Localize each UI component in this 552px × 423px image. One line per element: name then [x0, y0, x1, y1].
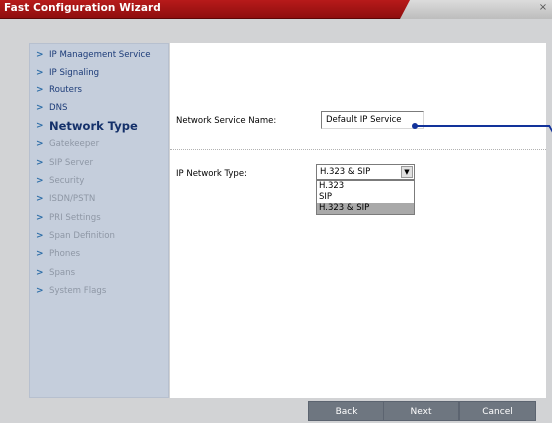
chevron-right-icon: > — [36, 85, 44, 95]
sidebar-item-ip-signaling[interactable]: > IP Signaling — [36, 65, 99, 81]
sidebar-item-gatekeeper: > Gatekeeper — [36, 136, 99, 152]
sidebar-item-label: Gatekeeper — [49, 139, 100, 149]
sidebar-item-phones: > Phones — [36, 246, 80, 262]
section-divider — [170, 149, 546, 150]
chevron-right-icon: > — [36, 139, 44, 149]
network-service-name-label: Network Service Name: — [176, 116, 277, 126]
ip-network-type-dropdown-list: H.323 SIP H.323 & SIP — [316, 180, 415, 215]
chevron-right-icon: > — [36, 68, 44, 78]
sidebar-item-ip-management-service[interactable]: > IP Management Service — [36, 47, 151, 63]
sidebar-item-label: PRI Settings — [49, 213, 101, 223]
sidebar-item-network-type[interactable]: > Network Type — [36, 118, 138, 134]
sidebar-item-dns[interactable]: > DNS — [36, 100, 68, 116]
ip-network-type-value: H.323 & SIP — [320, 167, 371, 177]
title-bar-tab — [400, 0, 552, 19]
chevron-right-icon: > — [36, 286, 44, 296]
sidebar-item-isdn-pstn: > ISDN/PSTN — [36, 191, 95, 207]
sidebar-item-label: System Flags — [49, 286, 107, 296]
chevron-right-icon: > — [36, 249, 44, 259]
back-button[interactable]: Back — [308, 401, 385, 421]
sidebar-item-label: DNS — [49, 103, 68, 113]
ip-network-type-select[interactable]: H.323 & SIP ▼ — [316, 164, 415, 180]
network-service-name-field[interactable]: Default IP Service — [321, 111, 424, 129]
sidebar-item-spans: > Spans — [36, 265, 75, 281]
chevron-right-icon: > — [36, 121, 44, 131]
sidebar-item-pri-settings: > PRI Settings — [36, 210, 101, 226]
chevron-down-icon[interactable]: ▼ — [401, 166, 413, 178]
sidebar-item-routers[interactable]: > Routers — [36, 82, 82, 98]
dropdown-option-sip[interactable]: SIP — [317, 192, 414, 203]
sidebar-item-label: Network Type — [49, 119, 138, 133]
sidebar-item-span-definition: > Span Definition — [36, 228, 115, 244]
chevron-right-icon: > — [36, 213, 44, 223]
title-bar: Fast Configuration Wizard × — [0, 0, 552, 19]
chevron-right-icon: > — [36, 194, 44, 204]
chevron-right-icon: > — [36, 268, 44, 278]
sidebar-item-label: Routers — [49, 85, 82, 95]
chevron-right-icon: > — [36, 231, 44, 241]
sidebar-item-system-flags: > System Flags — [36, 283, 106, 299]
sidebar-item-label: IP Signaling — [49, 68, 100, 78]
chevron-right-icon: > — [36, 158, 44, 168]
next-button[interactable]: Next — [383, 401, 459, 421]
sidebar-item-security: > Security — [36, 173, 84, 189]
sidebar-item-label: Span Definition — [49, 231, 115, 241]
wizard-steps-sidebar: > IP Management Service > IP Signaling >… — [29, 43, 169, 398]
dropdown-option-h323[interactable]: H.323 — [317, 181, 414, 192]
wizard-content-panel: Network Service Name: Default IP Service… — [170, 43, 546, 398]
chevron-right-icon: > — [36, 176, 44, 186]
sidebar-item-label: Phones — [49, 249, 81, 259]
sidebar-item-label: Security — [49, 176, 85, 186]
sidebar-item-label: SIP Server — [49, 158, 94, 168]
callout-pointer-line — [415, 125, 543, 127]
window-title: Fast Configuration Wizard — [4, 2, 161, 14]
chevron-right-icon: > — [36, 103, 44, 113]
sidebar-item-label: IP Management Service — [49, 50, 151, 60]
cancel-button[interactable]: Cancel — [459, 401, 536, 421]
sidebar-item-sip-server: > SIP Server — [36, 155, 93, 171]
sidebar-item-label: Spans — [49, 268, 76, 278]
dropdown-option-h323-sip[interactable]: H.323 & SIP — [317, 203, 414, 214]
ip-network-type-label: IP Network Type: — [176, 169, 247, 179]
close-icon[interactable]: × — [537, 2, 549, 14]
chevron-right-icon: > — [36, 50, 44, 60]
sidebar-item-label: ISDN/PSTN — [49, 194, 96, 204]
